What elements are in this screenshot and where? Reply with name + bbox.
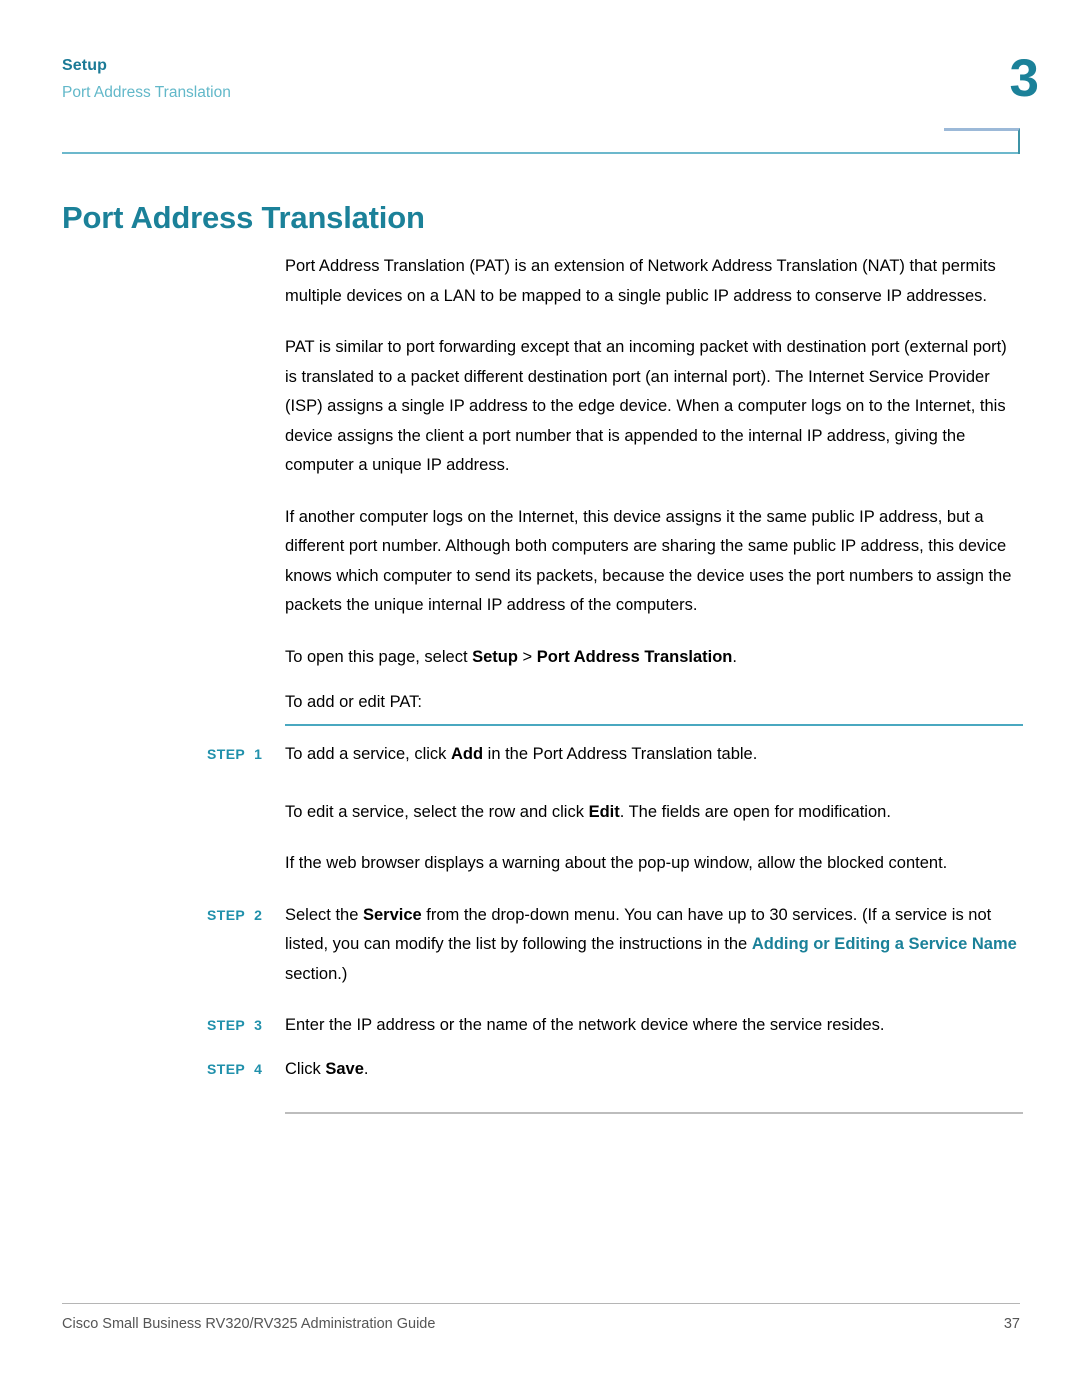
step-word: STEP bbox=[207, 1060, 246, 1077]
step-text-before: Enter the IP address or the name of the … bbox=[285, 1016, 885, 1034]
step-text-1: To add a service, click Add in the Port … bbox=[285, 740, 1023, 770]
running-header-chapter: Setup bbox=[62, 57, 107, 74]
step-label-3: STEP 3 bbox=[207, 1011, 285, 1041]
step-number: 1 bbox=[254, 746, 263, 762]
steps-section: STEP 1 To add a service, click Add in the… bbox=[207, 724, 1023, 1114]
header-tab-box bbox=[944, 128, 1020, 154]
step-number: 3 bbox=[254, 1017, 263, 1033]
step-text-after: in the Port Address Translation table. bbox=[483, 745, 758, 763]
step-number: 4 bbox=[254, 1060, 263, 1077]
footer-guide-title: Cisco Small Business RV320/RV325 Adminis… bbox=[62, 1316, 436, 1332]
steps-intro-line: To add or edit PAT: bbox=[285, 693, 422, 711]
paragraph-intro: Port Address Translation (PAT) is an ext… bbox=[285, 257, 996, 305]
step-number: 2 bbox=[254, 906, 263, 923]
step-word: STEP bbox=[207, 746, 246, 762]
step-word: STEP bbox=[207, 1017, 246, 1033]
navigation-path-line: To open this page, select Setup > Port A… bbox=[285, 643, 1023, 673]
chapter-number: 3 bbox=[1009, 49, 1040, 108]
body-content: Port Address Translation (PAT) is an ext… bbox=[285, 252, 1023, 740]
nav-submenu: Port Address Translation bbox=[536, 647, 733, 666]
running-header: Setup Port Address Translation bbox=[62, 55, 1022, 105]
step-text-before: To add a service, click bbox=[285, 745, 451, 763]
paragraph-how-it-works: PAT is similar to port forwarding except… bbox=[285, 338, 1007, 474]
step-text-end: section.) bbox=[285, 964, 348, 983]
step-word: STEP bbox=[207, 906, 246, 923]
step1-note-popup: If the web browser displays a warning ab… bbox=[285, 849, 1023, 879]
step-row: STEP 1 To add a service, click Add in the… bbox=[207, 740, 1023, 770]
nav-suffix: . bbox=[732, 647, 737, 666]
footer-page-number: 37 bbox=[1003, 1316, 1020, 1332]
step-label-2: STEP 2 bbox=[207, 901, 285, 931]
footer-rule bbox=[62, 1303, 1020, 1304]
step-text-4: Click Save. bbox=[285, 1055, 1023, 1085]
step-row: STEP 2 Select the Service from the drop-d… bbox=[207, 901, 1023, 990]
step-text-after: . bbox=[363, 1059, 369, 1078]
step-text-2: Select the Service from the drop-down me… bbox=[285, 901, 1023, 990]
note-text-before: To edit a service, select the row and cl… bbox=[285, 802, 589, 821]
nav-menu: Setup bbox=[472, 647, 518, 666]
step-bold-term: Service bbox=[362, 905, 422, 924]
page-title: Port Address Translation bbox=[62, 199, 425, 235]
step1-note-edit: To edit a service, select the row and cl… bbox=[285, 798, 1023, 828]
header-rule bbox=[62, 152, 1020, 154]
steps-bottom-rule bbox=[285, 1112, 1023, 1114]
document-page: Setup Port Address Translation 3 Port Ad… bbox=[0, 0, 1080, 1397]
cross-reference-link[interactable]: Adding or Editing a Service Name bbox=[752, 935, 1017, 953]
step-row: STEP 3 Enter the IP address or the name o… bbox=[207, 1011, 1023, 1041]
step-label-4: STEP 4 bbox=[207, 1055, 285, 1085]
step-label-1: STEP 1 bbox=[207, 740, 285, 770]
paragraph-multiple-computers: If another computer logs on the Internet… bbox=[285, 507, 1012, 615]
running-header-section: Port Address Translation bbox=[62, 84, 231, 101]
nav-separator: > bbox=[517, 647, 537, 666]
step-text-before: Click bbox=[285, 1059, 326, 1078]
step-bold-term: Add bbox=[450, 745, 484, 763]
step-text-before: Select the bbox=[285, 905, 363, 924]
note-text-after: . The fields are open for modification. bbox=[619, 802, 891, 821]
nav-prefix: To open this page, select bbox=[285, 647, 473, 666]
step-row: STEP 4 Click Save. bbox=[207, 1055, 1023, 1085]
note-text-before: If the web browser displays a warning ab… bbox=[285, 854, 948, 872]
note-bold-term: Edit bbox=[588, 802, 620, 821]
step-bold-term: Save bbox=[325, 1059, 364, 1078]
step-text-3: Enter the IP address or the name of the … bbox=[285, 1011, 1023, 1041]
